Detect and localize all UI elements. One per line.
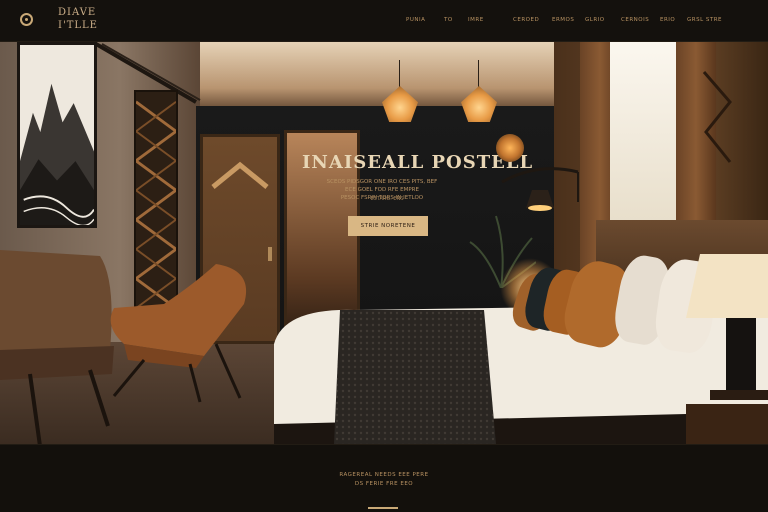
mountain-artwork [17,42,97,228]
lounge-chair [110,264,247,403]
nav-item-6[interactable]: GLRIO [585,17,605,23]
hero-section: INAISEALL POSTELL SCEOS PIDSGOR ONE IRO … [0,42,768,444]
pendant-light-right [461,60,497,122]
nav-item-4[interactable]: CEROED [513,17,539,23]
nav-item-8[interactable]: ERIO [660,17,675,23]
armchair-left [0,250,114,444]
pendant-light-left [382,60,418,122]
book-now-button[interactable]: STRIE NORETENE [348,216,428,236]
brand-logo[interactable]: DIAVE I'TLLE [58,6,98,32]
brand-logo-line1: DIAVE [58,7,97,18]
hero-title: INAISEALL POSTELL [302,152,534,173]
door-handle [268,247,272,261]
footer-line-1: RAGEREAL NEEDS EEE PERE [339,472,429,478]
top-navigation-bar: DIAVE I'TLLE PUNIA TO IMRE CEROED ERMOS … [0,0,768,42]
nav-item-7[interactable]: CERNOIS [621,17,649,23]
nav-item-1[interactable]: PUNIA [406,17,425,23]
curtain-ties [702,71,732,163]
window [610,42,682,242]
nav-item-3[interactable]: IMRE [468,17,484,23]
footer-line-2: DS FERIE FRE EEO [354,481,414,487]
table-lamp [686,254,768,444]
logo-icon[interactable] [20,13,33,26]
footer: RAGEREAL NEEDS EEE PERE DS FERIE FRE EEO [0,444,768,512]
hero-subtitle-line1: SCEOS PIDSGOR ONE IRO CES PITS, BEF [326,179,438,185]
hero-small-text: ESTARG. ENS [370,196,404,202]
brand-logo-line2: I'TLLE [58,20,98,31]
door-chevron-icon [211,161,269,189]
hero-subtitle-line2: ECE GOEL FOD RFE EMPRE [345,187,419,193]
footer-accent-bar [368,507,398,509]
nav-item-9[interactable]: GRSL STRE [687,17,722,23]
nav-item-2[interactable]: TO [444,17,453,23]
wall-sconce [496,134,524,162]
nav-item-5[interactable]: ERMOS [552,17,574,23]
